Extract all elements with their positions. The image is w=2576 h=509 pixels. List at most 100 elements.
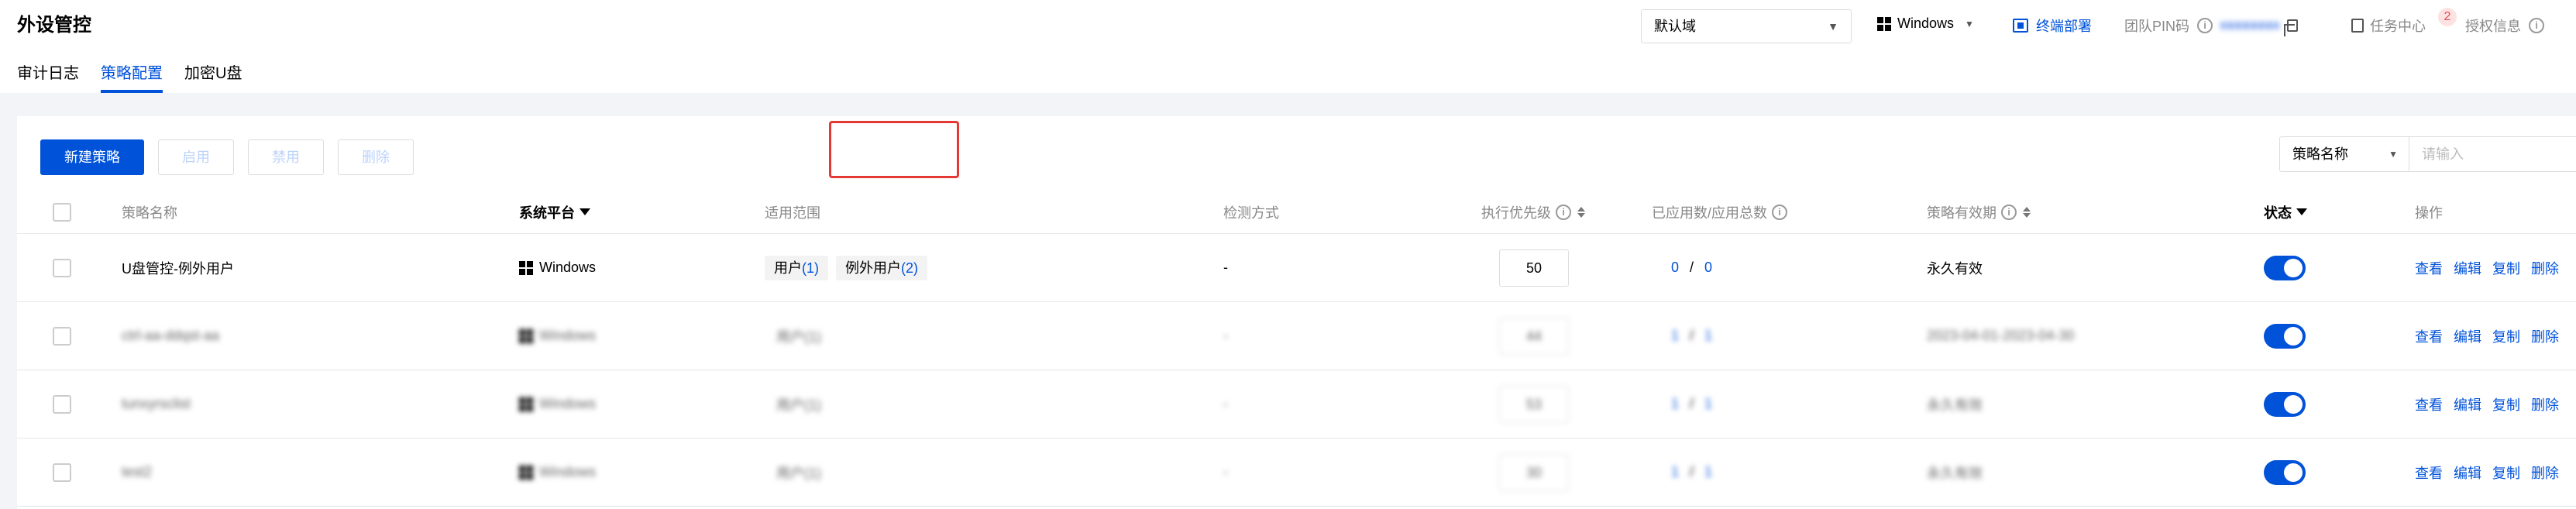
select-all-checkbox[interactable]	[53, 202, 71, 222]
scope-tag-users[interactable]: 用户(1)	[765, 255, 828, 280]
row-checkbox[interactable]	[53, 463, 71, 482]
col-status[interactable]: 状态	[2264, 191, 2307, 233]
copy-link[interactable]: 复制	[2492, 326, 2520, 346]
scope-tag-label: 用户	[774, 260, 802, 276]
top-bar: 外设管控 审计日志 策略配置 加密U盘 默认域 ▼ Windows ▼ 终端部署…	[0, 0, 2576, 93]
domain-select-value: 默认域	[1654, 19, 1696, 34]
total-count[interactable]: 0	[1704, 260, 1714, 276]
filter-icon[interactable]	[2296, 208, 2307, 215]
row-checkbox[interactable]	[53, 258, 71, 277]
copy-link[interactable]: 复制	[2492, 258, 2520, 278]
detection-cell: -	[1223, 328, 1228, 343]
status-cell	[2264, 370, 2306, 438]
applied-cell: 1/1	[1671, 464, 1714, 480]
info-icon[interactable]: i	[2197, 18, 2213, 33]
disable-button[interactable]: 禁用	[248, 139, 324, 175]
sort-icon[interactable]	[1577, 206, 1585, 218]
copy-icon[interactable]	[2284, 19, 2299, 36]
windows-icon	[519, 328, 533, 343]
tab-encrypted-usb[interactable]: 加密U盘	[184, 62, 242, 93]
priority-cell: 53	[1499, 370, 1569, 438]
scope-cell[interactable]: 用户(1)	[776, 438, 821, 506]
enable-button[interactable]: 启用	[158, 139, 234, 175]
total-count[interactable]: 1	[1704, 464, 1714, 480]
col-name: 策略名称	[122, 205, 177, 221]
priority-cell: 44	[1499, 302, 1569, 370]
domain-select[interactable]: 默认域 ▼	[1641, 9, 1852, 43]
scope-cell[interactable]: 用户(1)	[776, 302, 821, 370]
status-toggle[interactable]	[2264, 459, 2306, 485]
windows-icon	[519, 465, 533, 480]
copy-link[interactable]: 复制	[2492, 394, 2520, 414]
row-checkbox[interactable]	[53, 326, 71, 346]
edit-link[interactable]: 编辑	[2454, 258, 2481, 278]
task-center-link[interactable]: 任务中心 2	[2351, 8, 2457, 36]
windows-icon	[519, 397, 533, 411]
view-link[interactable]: 查看	[2415, 394, 2443, 414]
applied-count[interactable]: 1	[1671, 396, 1680, 412]
col-validity: 策略有效期 i	[1927, 191, 2031, 233]
priority-input[interactable]: 30	[1499, 453, 1569, 491]
terminal-deploy-link[interactable]: 终端部署	[2013, 15, 2092, 36]
info-icon[interactable]: i	[2001, 204, 2017, 220]
tab-audit-log[interactable]: 审计日志	[17, 62, 79, 93]
edit-link[interactable]: 编辑	[2454, 326, 2481, 346]
task-center-label: 任务中心	[2370, 19, 2426, 34]
row-select-cell	[53, 438, 71, 506]
table-header: 策略名称 系统平台 适用范围 检测方式 执行优先级 i 已应用数/应用总数 i …	[17, 191, 2576, 234]
applied-count[interactable]: 1	[1671, 328, 1680, 344]
row-checkbox[interactable]	[53, 394, 71, 414]
search-input[interactable]	[2409, 136, 2576, 172]
table-row: test2 Windows 用户(1) - 30 1/1 永久有效 查看 编辑 …	[17, 438, 2576, 507]
priority-cell: 30	[1499, 438, 1569, 506]
new-policy-button[interactable]: 新建策略	[40, 139, 144, 175]
col-platform[interactable]: 系统平台	[519, 191, 590, 233]
applied-cell: 0/0	[1671, 260, 1714, 276]
delete-button[interactable]: 删除	[338, 139, 414, 175]
status-toggle[interactable]	[2264, 255, 2306, 280]
applied-count[interactable]: 1	[1671, 464, 1680, 480]
priority-input[interactable]: 44	[1499, 317, 1569, 355]
priority-input[interactable]: 53	[1499, 385, 1569, 423]
view-link[interactable]: 查看	[2415, 463, 2443, 483]
info-icon[interactable]: i	[1556, 204, 1571, 220]
delete-link[interactable]: 删除	[2531, 258, 2559, 278]
total-count[interactable]: 1	[1704, 396, 1714, 412]
delete-link[interactable]: 删除	[2531, 326, 2559, 346]
policy-name: tunxyrsclist	[122, 396, 191, 411]
applied-count[interactable]: 0	[1671, 260, 1680, 276]
validity-cell: 永久有效	[1927, 465, 1983, 481]
validity-cell: 永久有效	[1927, 260, 1983, 277]
license-info-link[interactable]: 授权信息 i	[2465, 15, 2544, 36]
copy-link[interactable]: 复制	[2492, 463, 2520, 483]
info-icon[interactable]: i	[2529, 18, 2544, 33]
scope-cell[interactable]: 用户(1)	[776, 370, 821, 438]
edit-link[interactable]: 编辑	[2454, 463, 2481, 483]
edit-link[interactable]: 编辑	[2454, 394, 2481, 414]
sort-icon[interactable]	[2023, 206, 2031, 218]
filter-icon[interactable]	[580, 208, 590, 215]
windows-icon	[519, 260, 533, 275]
delete-link[interactable]: 删除	[2531, 394, 2559, 414]
view-link[interactable]: 查看	[2415, 326, 2443, 346]
view-link[interactable]: 查看	[2415, 258, 2443, 278]
search-field-value: 策略名称	[2292, 146, 2348, 162]
scope-tag-exception-users[interactable]: 例外用户(2)	[836, 255, 927, 280]
platform-cell: Windows	[519, 302, 596, 370]
row-select-cell	[53, 234, 71, 301]
scope-tag-count: (2)	[901, 260, 918, 276]
total-count[interactable]: 1	[1704, 328, 1714, 344]
col-applied-label: 已应用数/应用总数	[1652, 205, 1768, 221]
platform-label: Windows	[539, 260, 597, 275]
os-select[interactable]: Windows ▼	[1877, 15, 1974, 32]
actions-cell: 查看 编辑 复制 删除	[2415, 370, 2570, 438]
status-toggle[interactable]	[2264, 323, 2306, 349]
status-toggle[interactable]	[2264, 391, 2306, 417]
priority-input[interactable]: 50	[1499, 249, 1569, 287]
col-scope: 适用范围	[765, 205, 820, 221]
tab-policy-config[interactable]: 策略配置	[101, 62, 163, 93]
search-field-select[interactable]: 策略名称 ▼	[2279, 136, 2409, 172]
info-icon[interactable]: i	[1772, 204, 1788, 220]
priority-cell: 50	[1499, 234, 1569, 301]
delete-link[interactable]: 删除	[2531, 463, 2559, 483]
